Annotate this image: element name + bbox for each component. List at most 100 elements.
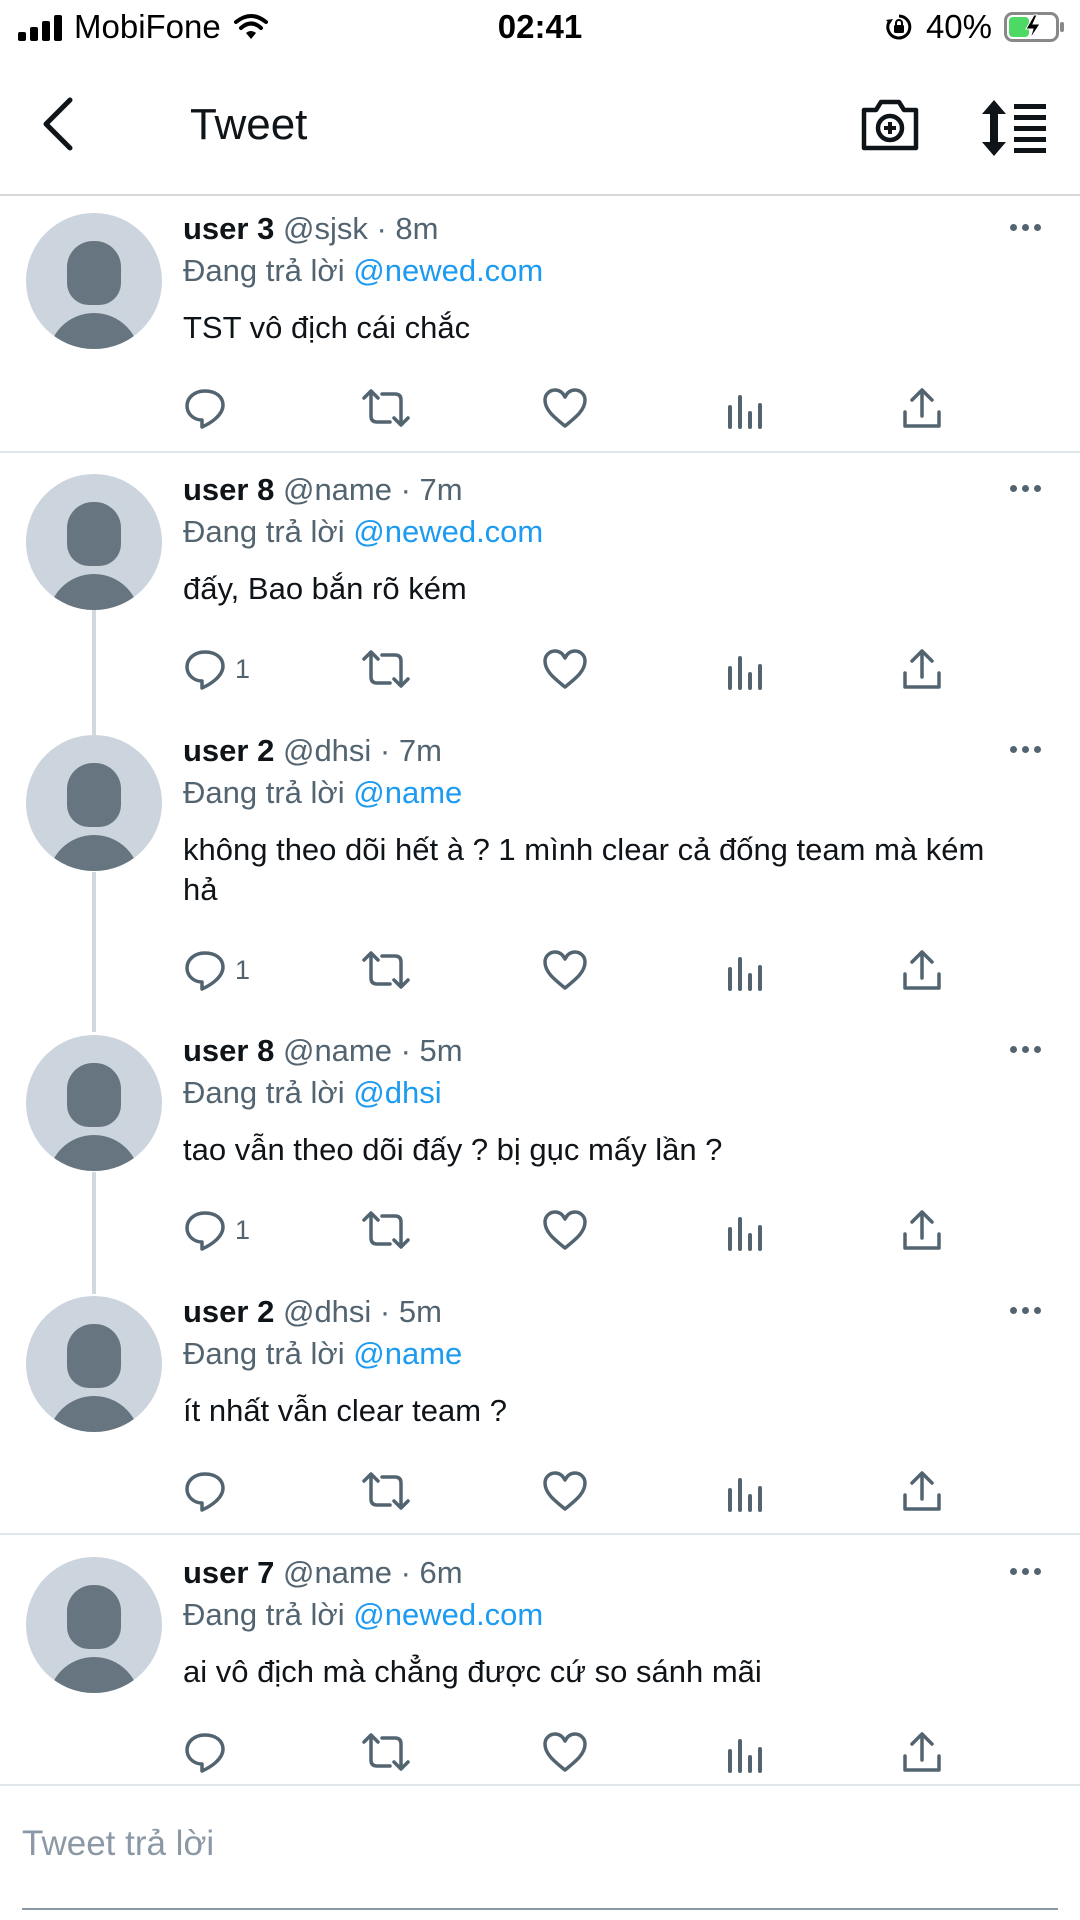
share-button[interactable]: [901, 1727, 943, 1777]
status-bar: MobiFone 02:41 40%: [0, 0, 1080, 56]
user-name[interactable]: user 8: [183, 472, 274, 507]
avatar[interactable]: [26, 1296, 162, 1432]
comment-bubble-icon: [183, 1469, 227, 1513]
tweet-text: ai vô địch mà chẳng được cứ so sánh mãi: [183, 1654, 762, 1689]
avatar[interactable]: [26, 213, 162, 349]
stats-button[interactable]: [726, 383, 766, 433]
heart-icon: [542, 1209, 588, 1251]
avatar[interactable]: [26, 735, 162, 871]
handle-time: @name · 5m: [282, 1033, 463, 1068]
share-button[interactable]: [901, 383, 943, 433]
reply-context: Đang trả lời @newed.com: [183, 1597, 543, 1633]
reply-button[interactable]: [183, 1727, 235, 1777]
mention-link[interactable]: @newed.com: [353, 1597, 543, 1632]
like-button[interactable]: [542, 644, 588, 694]
tweet-item[interactable]: user 2 @dhsi · 5m Đang trả lời @name ít …: [0, 1284, 1080, 1535]
handle-time: @dhsi · 5m: [282, 1294, 442, 1329]
sort-button[interactable]: [982, 98, 1052, 162]
reply-prefix: Đang trả lời: [183, 1336, 345, 1371]
like-button[interactable]: [542, 1466, 588, 1516]
tweet-text: không theo dõi hết à ? 1 mình clear cả đ…: [183, 832, 985, 907]
tweet-item[interactable]: user 3 @sjsk · 8m Đang trả lời @newed.co…: [0, 201, 1080, 453]
reply-count: 1: [235, 954, 251, 985]
tweet-actions: [0, 1727, 1080, 1777]
reply-context: Đang trả lời @newed.com: [183, 253, 543, 289]
like-button[interactable]: [542, 383, 588, 433]
mention-link[interactable]: @dhsi: [353, 1075, 441, 1110]
bar-chart-icon: [726, 1470, 766, 1512]
retweet-button[interactable]: [360, 1205, 412, 1255]
share-button[interactable]: [901, 644, 943, 694]
more-options-button[interactable]: [1005, 476, 1045, 500]
share-upload-icon: [901, 647, 943, 691]
heart-icon: [542, 648, 588, 690]
user-name[interactable]: user 2: [183, 733, 274, 768]
reply-input[interactable]: [22, 1814, 1052, 1874]
tweet-header: user 7 @name · 6m: [183, 1555, 463, 1591]
stats-button[interactable]: [726, 644, 766, 694]
header-bar: Tweet: [0, 60, 1080, 196]
stats-button[interactable]: [726, 1205, 766, 1255]
retweet-icon: [360, 1469, 412, 1513]
bar-chart-icon: [726, 387, 766, 429]
retweet-button[interactable]: [360, 1727, 412, 1777]
handle-time: @name · 7m: [282, 472, 463, 507]
more-options-button[interactable]: [1005, 1298, 1045, 1322]
tweet-header: user 2 @dhsi · 7m: [183, 733, 442, 769]
mention-link[interactable]: @newed.com: [353, 253, 543, 288]
bar-chart-icon: [726, 648, 766, 690]
like-button[interactable]: [542, 1727, 588, 1777]
more-options-button[interactable]: [1005, 1559, 1045, 1583]
tweet-header: user 2 @dhsi · 5m: [183, 1294, 442, 1330]
user-name[interactable]: user 8: [183, 1033, 274, 1068]
reply-button[interactable]: 1: [183, 644, 250, 694]
handle-time: @name · 6m: [282, 1555, 463, 1590]
reply-prefix: Đang trả lời: [183, 1597, 345, 1632]
mention-link[interactable]: @name: [353, 1336, 462, 1371]
user-name[interactable]: user 3: [183, 211, 274, 246]
reply-button[interactable]: 1: [183, 945, 250, 995]
retweet-icon: [360, 948, 412, 992]
more-options-button[interactable]: [1005, 215, 1045, 239]
avatar[interactable]: [26, 474, 162, 610]
heart-icon: [542, 1731, 588, 1773]
mention-link[interactable]: @newed.com: [353, 514, 543, 549]
stats-button[interactable]: [726, 1466, 766, 1516]
user-name[interactable]: user 2: [183, 1294, 274, 1329]
heart-icon: [542, 1470, 588, 1512]
retweet-button[interactable]: [360, 383, 412, 433]
battery-percent: 40%: [925, 8, 992, 45]
tweet-header: user 8 @name · 7m: [183, 472, 463, 508]
tweet-actions: 1: [0, 945, 1080, 995]
tweet-item[interactable]: user 8 @name · 5m Đang trả lời @dhsi tao…: [0, 1023, 1080, 1273]
retweet-button[interactable]: [360, 644, 412, 694]
retweet-button[interactable]: [360, 1466, 412, 1516]
like-button[interactable]: [542, 1205, 588, 1255]
tweet-item[interactable]: user 8 @name · 7m Đang trả lời @newed.co…: [0, 462, 1080, 712]
back-button[interactable]: [26, 92, 90, 156]
avatar[interactable]: [26, 1035, 162, 1171]
more-options-button[interactable]: [1005, 1037, 1045, 1061]
stats-button[interactable]: [726, 1727, 766, 1777]
like-button[interactable]: [542, 945, 588, 995]
retweet-button[interactable]: [360, 945, 412, 995]
tweet-item[interactable]: user 7 @name · 6m Đang trả lời @newed.co…: [0, 1545, 1080, 1780]
reply-button[interactable]: [183, 383, 235, 433]
avatar[interactable]: [26, 1557, 162, 1693]
share-upload-icon: [901, 1730, 943, 1774]
stats-button[interactable]: [726, 945, 766, 995]
camera-button[interactable]: [860, 96, 924, 160]
reply-button[interactable]: [183, 1466, 235, 1516]
handle-time: @sjsk · 8m: [282, 211, 439, 246]
reply-prefix: Đang trả lời: [183, 775, 345, 810]
share-button[interactable]: [901, 1466, 943, 1516]
tweet-item[interactable]: user 2 @dhsi · 7m Đang trả lời @name khô…: [0, 723, 1080, 1013]
share-button[interactable]: [901, 945, 943, 995]
reply-button[interactable]: 1: [183, 1205, 250, 1255]
share-button[interactable]: [901, 1205, 943, 1255]
mention-link[interactable]: @name: [353, 775, 462, 810]
reply-prefix: Đang trả lời: [183, 253, 345, 288]
comment-bubble-icon: [183, 948, 227, 992]
more-options-button[interactable]: [1005, 737, 1045, 761]
user-name[interactable]: user 7: [183, 1555, 274, 1590]
